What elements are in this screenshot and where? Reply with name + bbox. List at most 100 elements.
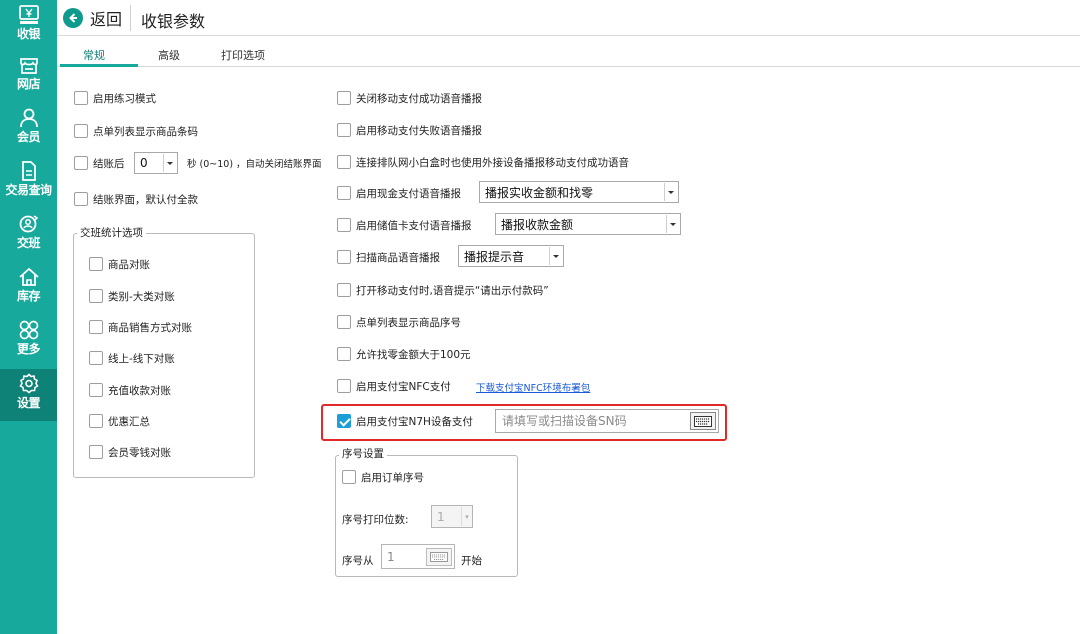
store-icon [19,58,38,74]
start-suffix-row: 开始 [461,550,482,570]
external-device-voice-label: 连接排队网小白盒时也使用外接设备播报移动支付成功语音 [356,156,629,169]
scan-voice-select[interactable]: 播报提示音 [458,245,564,267]
back-button[interactable]: 返回 [63,7,122,29]
allow-change-over-option: 允许找零金额大于100元 [337,344,471,364]
shift-item-checkbox[interactable] [89,351,103,365]
shift-stats-group-title: 交班统计选项 [77,225,146,240]
show-code-prompt-label: 打开移动支付时,语音提示“请出示付款码” [356,284,549,297]
shift-item-label: 优惠汇总 [108,415,150,428]
shift-item-label: 会员零钱对账 [108,446,171,459]
show-barcode-checkbox[interactable] [74,124,88,138]
mobile-fail-voice-label: 启用移动支付失败语音播报 [356,124,482,137]
shift-item-checkbox[interactable] [89,414,103,428]
alipay-nfc-link-row: 下载支付宝NFC环境布署包 [476,377,590,397]
alipay-n7h-checkbox[interactable] [337,414,351,428]
scan-voice-option: 扫描商品语音播报 [337,247,440,267]
default-full-pay-checkbox[interactable] [74,192,88,206]
close-mobile-success-voice-checkbox[interactable] [337,91,351,105]
keyboard-icon[interactable] [426,547,452,566]
chevron-down-icon [666,215,679,233]
header: 返回 收银参数 [57,0,1080,36]
shift-item-checkbox[interactable] [89,257,103,271]
default-full-pay-label: 结账界面，默认付全款 [93,193,198,206]
auto-close-seconds-select[interactable]: 0 [134,152,178,174]
cash-voice-checkbox[interactable] [337,186,351,200]
mobile-fail-voice-checkbox[interactable] [337,123,351,137]
cash-voice-select-value: 播报实收金额和找零 [485,185,594,200]
sidebar-item-member[interactable]: 会员 [0,105,57,155]
mobile-fail-voice-option: 启用移动支付失败语音播报 [337,120,482,140]
sidebar-item-settings[interactable]: 设置 [0,369,57,421]
shift-item-checkbox[interactable] [89,320,103,334]
shift-item: 充值收款对账 [89,380,171,400]
shift-item: 优惠汇总 [89,411,150,431]
start-from-label: 序号从 [342,554,374,567]
print-digits-select[interactable]: 1 ▾ [431,505,473,528]
auto-close-option: 结账后 [74,153,125,173]
member-icon [19,108,38,128]
auto-close-checkbox[interactable] [74,156,88,170]
shift-icon [19,215,38,233]
sidebar-item-label: 库存 [16,289,41,303]
sidebar-item-shift[interactable]: 交班 [0,211,57,261]
practice-mode-checkbox[interactable] [74,91,88,105]
shift-item-checkbox[interactable] [89,445,103,459]
sn-code-input[interactable] [496,410,686,432]
chevron-down-icon [664,183,677,201]
print-digits-value: 1 [437,509,445,524]
stored-card-voice-checkbox[interactable] [337,218,351,232]
close-mobile-success-voice-label: 关闭移动支付成功语音播报 [356,92,482,105]
document-icon [21,161,36,181]
scan-voice-checkbox[interactable] [337,250,351,264]
sidebar-item-label: 更多 [16,342,41,356]
scan-voice-label: 扫描商品语音播报 [356,251,440,264]
default-full-pay-option: 结账界面，默认付全款 [74,189,198,209]
grid-icon [19,320,38,340]
alipay-nfc-checkbox[interactable] [337,379,351,393]
enable-order-no-checkbox[interactable] [342,470,356,484]
active-tab-indicator [60,64,138,67]
alipay-nfc-label: 启用支付宝NFC支付 [356,380,451,393]
keyboard-button[interactable] [690,412,716,430]
shift-item-checkbox[interactable] [89,289,103,303]
sidebar-item-cashier[interactable]: 收银 [0,2,57,52]
stored-card-voice-label: 启用储值卡支付语音播报 [356,219,472,232]
allow-change-over-label: 允许找零金额大于100元 [356,348,471,361]
chevron-down-icon: ▾ [461,507,472,526]
shift-item: 商品销售方式对账 [89,317,192,337]
stored-card-voice-option: 启用储值卡支付语音播报 [337,215,472,235]
alipay-n7h-label: 启用支付宝N7H设备支付 [356,415,473,428]
external-device-voice-option: 连接排队网小白盒时也使用外接设备播报移动支付成功语音 [337,152,629,172]
auto-close-suffix: 秒 (0~10) ，自动关闭结账界面 [187,153,322,173]
shift-item-checkbox[interactable] [89,383,103,397]
sidebar-item-inventory[interactable]: 库存 [0,264,57,314]
sidebar-item-transactions[interactable]: 交易查询 [0,158,57,208]
show-serial-option: 点单列表显示商品序号 [337,312,461,332]
alipay-nfc-download-link[interactable]: 下载支付宝NFC环境布署包 [476,380,590,394]
shift-item-label: 商品对账 [108,258,150,271]
shift-item: 线上-线下对账 [89,348,175,368]
tab-advanced[interactable]: 高级 [158,47,180,63]
shift-item-label: 充值收款对账 [108,384,171,397]
external-device-voice-checkbox[interactable] [337,155,351,169]
print-digits-label: 序号打印位数: [342,513,409,526]
practice-mode-label: 启用练习模式 [93,92,156,105]
stored-card-voice-select[interactable]: 播报收款金额 [495,213,681,235]
sidebar-item-more[interactable]: 更多 [0,317,57,367]
cash-voice-select[interactable]: 播报实收金额和找零 [479,181,679,203]
show-code-prompt-checkbox[interactable] [337,283,351,297]
tab-general[interactable]: 常规 [83,47,105,63]
chevron-down-icon [163,154,176,172]
sidebar-item-label: 交班 [16,236,41,250]
start-from-input[interactable]: 1 [381,544,455,569]
sidebar-item-store[interactable]: 网店 [0,52,57,102]
tab-print-options[interactable]: 打印选项 [221,47,265,63]
allow-change-over-checkbox[interactable] [337,347,351,361]
enable-order-no-option: 启用订单序号 [342,467,424,487]
show-serial-checkbox[interactable] [337,315,351,329]
print-digits-row: 序号打印位数: [342,509,409,529]
serial-settings-group-title: 序号设置 [339,446,387,461]
shift-item-label: 类别-大类对账 [108,290,175,303]
stored-card-voice-select-value: 播报收款金额 [501,217,574,232]
show-barcode-option: 点单列表显示商品条码 [74,121,198,141]
